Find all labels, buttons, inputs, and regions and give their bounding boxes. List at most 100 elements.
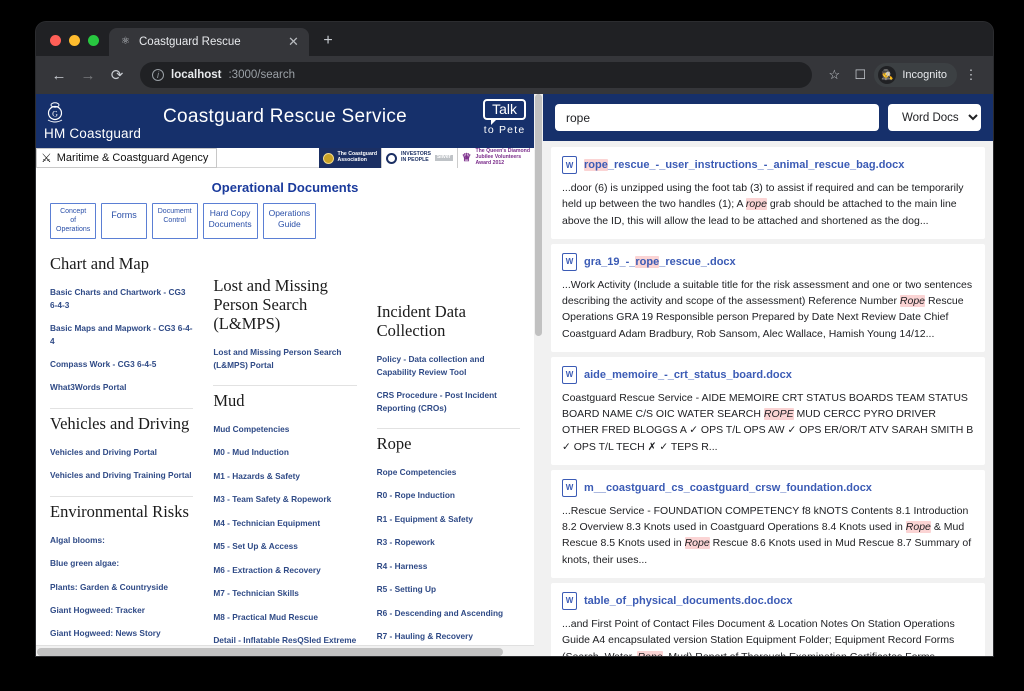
reload-icon[interactable]: ⟳ <box>104 62 130 88</box>
search-result-title[interactable]: gra_19_-_rope_rescue_.docx <box>584 255 736 268</box>
document-link[interactable]: M3 - Team Safety & Ropework <box>213 493 356 505</box>
search-result-title[interactable]: rope_rescue_-_user_instructions_-_animal… <box>584 159 904 171</box>
forward-arrow-icon[interactable]: → <box>75 62 101 88</box>
search-result-header: Wrope_rescue_-_user_instructions_-_anima… <box>562 156 974 174</box>
document-link[interactable]: M5 - Set Up & Access <box>213 540 356 552</box>
section-divider <box>213 385 357 387</box>
document-link[interactable]: Giant Hogweed: Tracker <box>50 604 193 616</box>
document-link[interactable]: R3 - Ropework <box>377 536 520 548</box>
queens-crown-icon: ♕ <box>461 151 472 164</box>
address-bar[interactable]: i localhost :3000/search <box>140 62 813 88</box>
maximize-window-button[interactable] <box>88 35 99 46</box>
document-link[interactable]: R4 - Harness <box>377 560 520 572</box>
document-link[interactable]: Policy - Data collection and Capability … <box>377 353 520 378</box>
badge-text: The Coastguard Association <box>337 151 378 163</box>
vertical-scrollbar-thumb[interactable] <box>535 94 542 336</box>
search-result-title[interactable]: table_of_physical_documents.doc.docx <box>584 595 792 607</box>
horizontal-scrollbar[interactable] <box>36 645 534 656</box>
document-link[interactable]: Blue green algae: <box>50 557 193 569</box>
star-icon[interactable]: ☆ <box>822 63 846 87</box>
talk-to-pete-widget[interactable]: Talk to Pete <box>483 99 526 136</box>
horizontal-scrollbar-thumb[interactable] <box>37 648 503 656</box>
document-link[interactable]: M8 - Practical Mud Rescue <box>213 611 356 623</box>
document-columns: Chart and Map Basic Charts and Chartwork … <box>36 249 534 656</box>
document-link[interactable]: Rope Competencies <box>377 466 520 478</box>
doc-tab-operations-guide[interactable]: Operations Guide <box>262 203 317 240</box>
search-result-title[interactable]: m__coastguard_cs_coastguard_crsw_foundat… <box>584 482 872 494</box>
doc-tab-line: Control <box>163 216 186 224</box>
badge-text: INVESTORS IN PEOPLE <box>401 151 431 163</box>
minimize-window-button[interactable] <box>69 35 80 46</box>
document-link[interactable]: What3Words Portal <box>50 381 193 393</box>
document-link[interactable]: M6 - Extraction & Recovery <box>213 564 356 576</box>
search-result-snippet: ...and First Point of Contact Files Docu… <box>562 616 974 656</box>
document-link[interactable]: Compass Work - CG3 6-4-5 <box>50 358 193 370</box>
side-panel-icon[interactable]: ☐ <box>848 63 872 87</box>
doc-tab-forms[interactable]: Forms <box>101 203 147 240</box>
document-link[interactable]: R7 - Hauling & Recovery <box>377 630 520 642</box>
three-dot-menu-icon[interactable]: ⋮ <box>959 63 983 87</box>
badge-text: The Queen's Diamond Jubilee Volunteers Awa… <box>475 148 530 166</box>
search-result-item[interactable]: Wtable_of_physical_documents.doc.docx...… <box>551 582 985 656</box>
document-link[interactable]: M1 - Hazards & Safety <box>213 470 356 482</box>
search-result-snippet: ...door (6) is unzipped using the foot t… <box>562 180 974 229</box>
investors-in-people-circle-icon <box>386 152 398 164</box>
search-results-list: Wrope_rescue_-_user_instructions_-_anima… <box>543 147 993 656</box>
document-column-1: Chart and Map Basic Charts and Chartwork … <box>40 249 203 656</box>
word-doc-icon: W <box>562 365 577 384</box>
vertical-scrollbar[interactable] <box>534 94 543 656</box>
document-link[interactable]: Algal blooms: <box>50 534 193 546</box>
document-link[interactable]: Plants: Garden & Countryside <box>50 581 193 593</box>
search-filter-select[interactable]: Word DocsPDFsAll <box>888 104 981 131</box>
silver-tag: Silver <box>434 154 453 161</box>
incognito-indicator[interactable]: 🕵 Incognito <box>874 63 957 87</box>
info-circle-icon[interactable]: i <box>152 69 164 81</box>
search-input[interactable] <box>555 104 879 131</box>
search-result-item[interactable]: Waide_memoire_-_crt_status_board.docx Coa… <box>551 356 985 465</box>
document-link[interactable]: M0 - Mud Induction <box>213 446 356 458</box>
search-result-item[interactable]: Wrope_rescue_-_user_instructions_-_anima… <box>551 147 985 239</box>
doc-tab-line: Documemt <box>157 208 192 215</box>
close-window-button[interactable] <box>50 35 61 46</box>
doc-tab-line: Forms <box>111 210 137 220</box>
document-link[interactable]: Basic Maps and Mapwork - CG3 6-4-4 <box>50 322 193 347</box>
document-column-2: Lost and Missing Person Search (L&MPS) Lo… <box>203 249 366 656</box>
doc-tab-concept-of-operations[interactable]: Concept of Operations <box>50 203 97 240</box>
search-term-highlight: ROPE <box>763 408 794 421</box>
close-icon[interactable]: ✕ <box>286 34 301 50</box>
document-link[interactable]: Vehicles and Driving Training Portal <box>50 469 193 481</box>
document-link[interactable]: R5 - Setting Up <box>377 583 520 595</box>
doc-tab-line: Concept <box>60 208 87 215</box>
document-link[interactable]: R0 - Rope Induction <box>377 489 520 501</box>
section-divider <box>50 407 194 409</box>
document-link[interactable]: Giant Hogweed: News Story <box>50 627 193 639</box>
document-link[interactable]: CRS Procedure - Post Incident Reporting … <box>377 389 520 414</box>
browser-tab[interactable]: ⚛ Coastguard Rescue ✕ <box>109 28 309 56</box>
search-result-snippet: Coastguard Rescue Service - AIDE MEMOIRE… <box>562 390 974 455</box>
document-link[interactable]: Lost and Missing Person Search (L&MPS) P… <box>213 346 356 371</box>
doc-tab-line: of <box>70 216 77 224</box>
doc-tab-hard-copy-documents[interactable]: Hard Copy Documents <box>202 203 258 240</box>
coastguard-association-seal-icon <box>322 152 334 164</box>
search-result-item[interactable]: Wm__coastguard_cs_coastguard_crsw_founda… <box>551 469 985 578</box>
doc-tab-document-control[interactable]: Documemt Control <box>151 203 198 240</box>
document-link[interactable]: R1 - Equipment & Safety <box>377 513 520 525</box>
document-link[interactable]: Mud Competencies <box>213 423 356 435</box>
search-term-highlight: Rope <box>684 537 710 550</box>
talk-bubble-label: Talk <box>483 99 526 125</box>
new-tab-button[interactable]: + <box>315 28 341 54</box>
back-arrow-icon[interactable]: ← <box>46 62 72 88</box>
document-link[interactable]: Vehicles and Driving Portal <box>50 446 193 458</box>
search-term-highlight: rope <box>584 159 608 171</box>
document-link[interactable]: R6 - Descending and Ascending <box>377 607 520 619</box>
search-term-highlight: Rope <box>637 650 663 656</box>
search-result-title[interactable]: aide_memoire_-_crt_status_board.docx <box>584 369 792 381</box>
section-heading: Vehicles and Driving <box>50 413 190 433</box>
document-link[interactable]: M4 - Technician Equipment <box>213 517 356 529</box>
document-link[interactable]: M7 - Technician Skills <box>213 587 356 599</box>
document-link[interactable]: Basic Charts and Chartwork - CG3 6-4-3 <box>50 286 193 311</box>
search-result-item[interactable]: Wgra_19_-_rope_rescue_.docx ...Work Activ… <box>551 243 985 352</box>
search-term-highlight: rope <box>635 255 660 268</box>
doc-tab-line: Operations <box>268 208 311 218</box>
omnibox-host: localhost <box>171 69 222 81</box>
